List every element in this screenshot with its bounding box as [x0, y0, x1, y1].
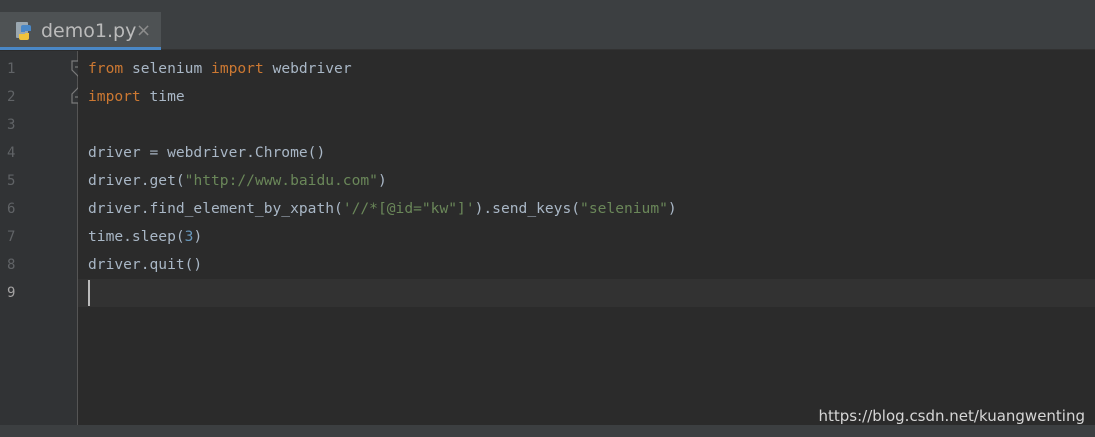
code-line-2: import time — [88, 83, 185, 111]
bottom-strip — [0, 425, 1095, 437]
keyword: import — [88, 88, 141, 105]
code-line-6: driver.find_element_by_xpath('//*[@id="k… — [88, 195, 677, 223]
close-icon[interactable]: × — [136, 20, 151, 42]
keyword: from — [88, 60, 124, 77]
watermark: https://blog.csdn.net/kuangwenting — [818, 407, 1085, 425]
code-text: ) — [667, 200, 677, 217]
current-line-highlight — [78, 279, 1095, 307]
code-text: driver.find_element_by_xpath( — [88, 200, 343, 217]
code-text: ) — [377, 172, 387, 189]
line-number-current: 9 — [7, 285, 16, 301]
code-line-7: time.sleep(3) — [88, 223, 202, 251]
code-text: selenium — [123, 60, 212, 77]
line-number: 4 — [7, 145, 16, 161]
line-number: 2 — [7, 89, 16, 105]
editor-tab-bar: demo1.py × — [0, 12, 1095, 50]
line-number-gutter: 1 2 3 4 5 6 7 8 9 — [0, 51, 85, 425]
line-number: 5 — [7, 173, 16, 189]
top-strip — [0, 0, 1095, 12]
code-text: ) — [193, 228, 203, 245]
text-caret — [88, 280, 90, 306]
string-literal: "selenium" — [580, 200, 668, 217]
code-text: ).send_keys( — [474, 200, 581, 217]
python-file-icon — [16, 22, 31, 40]
line-number: 6 — [7, 201, 16, 217]
code-line-5: driver.get("http://www.baidu.com") — [88, 167, 387, 195]
code-line-4: driver = webdriver.Chrome() — [88, 139, 325, 167]
code-text: webdriver — [263, 60, 352, 77]
code-editor[interactable]: from selenium import webdriver import ti… — [78, 51, 1095, 425]
string-literal: '//*[@id="kw"]' — [342, 200, 475, 217]
tab-demo1-py[interactable]: demo1.py × — [0, 12, 161, 50]
code-text: driver.quit() — [88, 256, 203, 273]
string-literal: "http://www.baidu.com" — [184, 172, 378, 189]
tab-title: demo1.py — [41, 20, 137, 42]
code-text: time.sleep( — [88, 228, 185, 245]
code-text: driver = webdriver.Chrome() — [88, 144, 326, 161]
code-line-8: driver.quit() — [88, 251, 202, 279]
keyword: import — [211, 60, 264, 77]
line-number: 8 — [7, 257, 16, 273]
line-number: 3 — [7, 117, 16, 133]
code-text: driver.get( — [88, 172, 185, 189]
code-line-1: from selenium import webdriver — [88, 55, 352, 83]
line-number: 7 — [7, 229, 16, 245]
code-text: time — [140, 88, 185, 105]
line-number: 1 — [7, 61, 16, 77]
